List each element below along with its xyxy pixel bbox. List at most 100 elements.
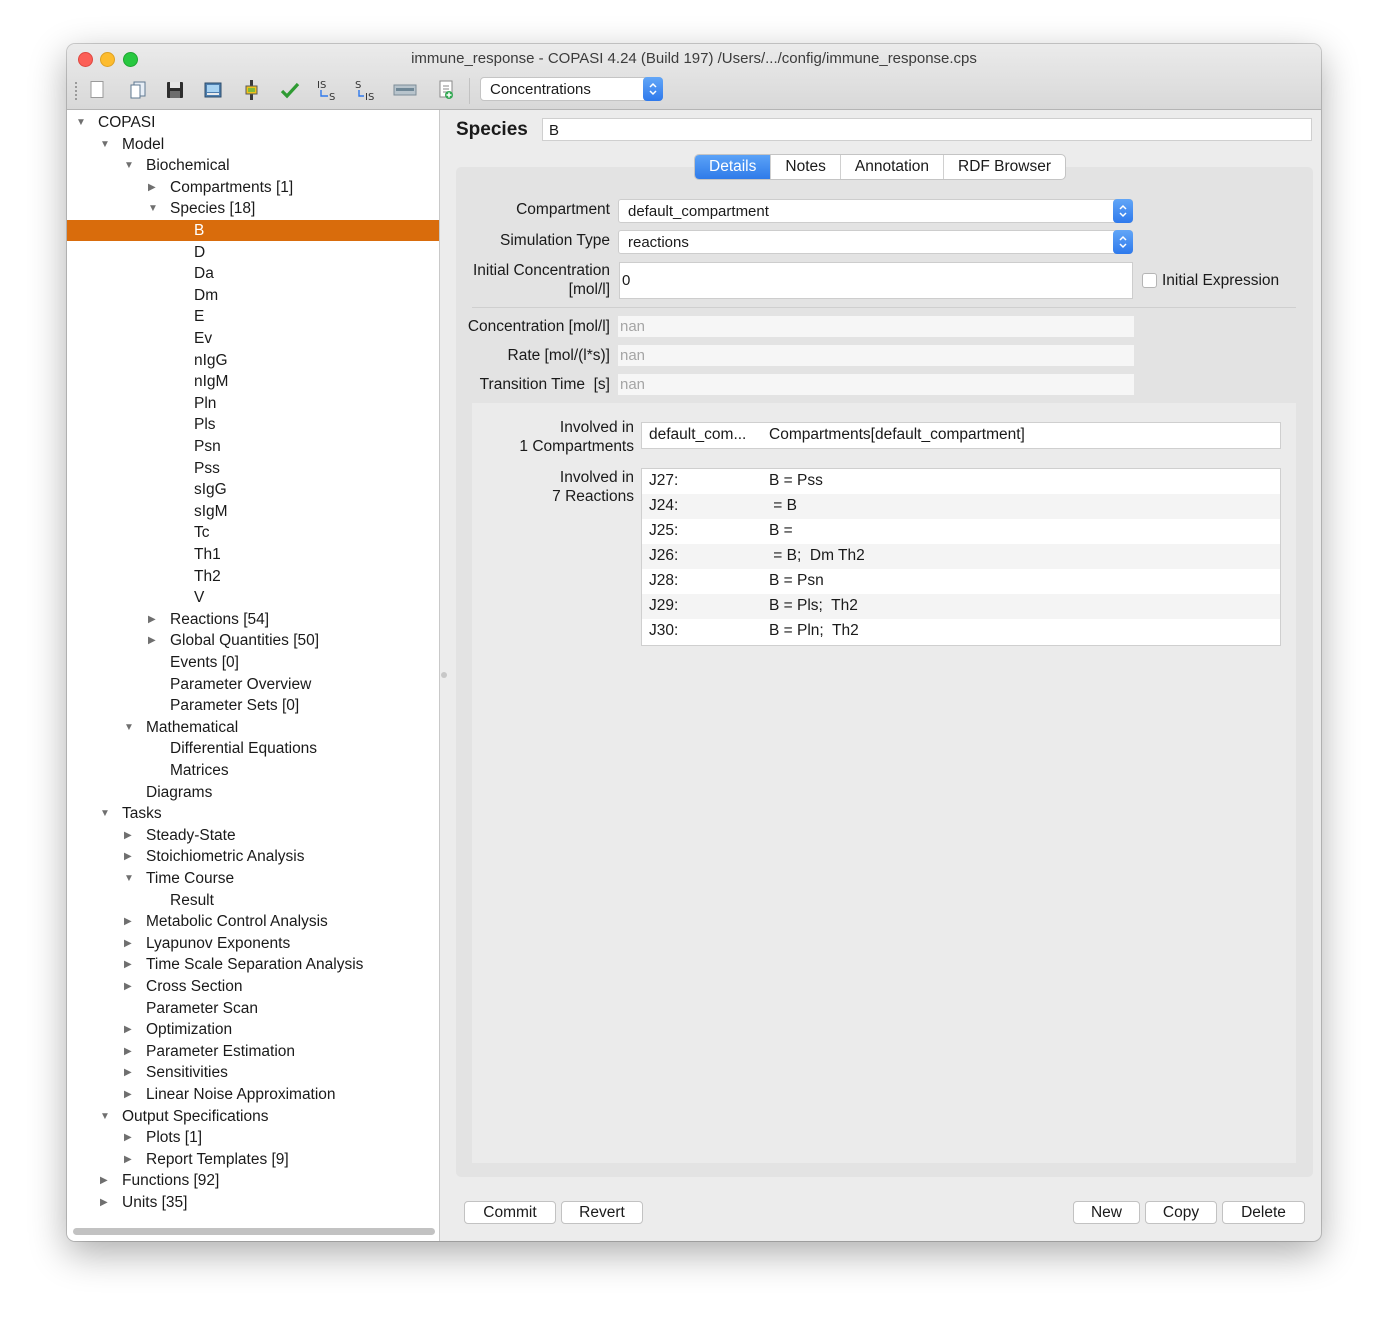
tab-rdf-browser[interactable]: RDF Browser (944, 155, 1065, 179)
disclosure-collapsed-icon[interactable]: ▶ (124, 846, 132, 867)
tree-item[interactable]: Th2 (67, 566, 439, 587)
tree-item[interactable]: Parameter Scan (67, 998, 439, 1019)
s-to-is-icon[interactable]: S IS (354, 77, 380, 103)
tree-item[interactable]: ▼ Species [18] (67, 198, 439, 219)
tree-item[interactable]: ▶ Stoichiometric Analysis (67, 846, 439, 867)
is-to-s-icon[interactable]: IS S (316, 77, 342, 103)
tree-item[interactable]: nIgG (67, 350, 439, 371)
tree-item[interactable]: ▶ Plots [1] (67, 1127, 439, 1148)
tree-item[interactable]: ▶ Units [35] (67, 1192, 439, 1213)
tree-item[interactable]: ▶ Linear Noise Approximation (67, 1084, 439, 1105)
tree-item[interactable]: ▶ Cross Section (67, 976, 439, 997)
tree-item[interactable]: ▶ Metabolic Control Analysis (67, 911, 439, 932)
reaction-row[interactable]: J27: B = Pss (642, 469, 1280, 494)
initial-expression-checkbox[interactable] (1142, 273, 1157, 288)
add-list-icon[interactable] (433, 77, 459, 103)
tree-item[interactable]: Parameter Overview (67, 674, 439, 695)
tree-item[interactable]: B (67, 220, 439, 241)
tree-item[interactable]: ▶ Report Templates [9] (67, 1149, 439, 1170)
tree-item[interactable]: ▶ Global Quantities [50] (67, 630, 439, 651)
disclosure-collapsed-icon[interactable]: ▶ (124, 825, 132, 846)
disclosure-collapsed-icon[interactable]: ▶ (124, 1019, 132, 1040)
tree-item[interactable]: Parameter Sets [0] (67, 695, 439, 716)
tree-item[interactable]: Th1 (67, 544, 439, 565)
reaction-row[interactable]: J26: = B; Dm Th2 (642, 544, 1280, 569)
new-button[interactable]: New (1073, 1201, 1140, 1224)
tree-item[interactable]: ▶ Reactions [54] (67, 609, 439, 630)
tab-notes[interactable]: Notes (771, 155, 841, 179)
disclosure-expanded-icon[interactable]: ▼ (76, 112, 86, 133)
reaction-row[interactable]: J30: B = Pln; Th2 (642, 619, 1280, 644)
disclosure-collapsed-icon[interactable]: ▶ (124, 1041, 132, 1062)
tree-item[interactable]: Da (67, 263, 439, 284)
tree-item[interactable]: E (67, 306, 439, 327)
tree-item[interactable]: ▶ Steady-State (67, 825, 439, 846)
tree-item[interactable]: ▼ Biochemical (67, 155, 439, 176)
reaction-row[interactable]: J24: = B (642, 494, 1280, 519)
initial-concentration-input[interactable]: 0 (619, 262, 1133, 299)
tree-item[interactable]: ▼ Tasks (67, 803, 439, 824)
tree-item[interactable]: ▶ Time Scale Separation Analysis (67, 954, 439, 975)
disclosure-collapsed-icon[interactable]: ▶ (100, 1192, 108, 1213)
tree-item[interactable]: Ev (67, 328, 439, 349)
tree-item[interactable]: ▶ Compartments [1] (67, 177, 439, 198)
disclosure-expanded-icon[interactable]: ▼ (100, 1106, 110, 1127)
tree-item[interactable]: ▶ Lyapunov Exponents (67, 933, 439, 954)
disclosure-collapsed-icon[interactable]: ▶ (124, 954, 132, 975)
disclosure-collapsed-icon[interactable]: ▶ (148, 630, 156, 651)
commit-button[interactable]: Commit (464, 1201, 556, 1224)
tree-item[interactable]: ▼ Time Course (67, 868, 439, 889)
disclosure-collapsed-icon[interactable]: ▶ (124, 911, 132, 932)
toolbar-grip[interactable] (75, 82, 77, 100)
tab-annotation[interactable]: Annotation (841, 155, 945, 179)
simulation-type-select[interactable]: reactions (618, 230, 1133, 254)
tab-details[interactable]: Details (695, 155, 772, 179)
compartment-row[interactable]: default_com... Compartments[default_compa… (642, 423, 1280, 448)
tree-item[interactable]: ▼ Output Specifications (67, 1106, 439, 1127)
involved-compartments-table[interactable]: default_com... Compartments[default_compa… (641, 422, 1281, 449)
function-db-icon[interactable] (392, 77, 418, 103)
reaction-row[interactable]: J29: B = Pls; Th2 (642, 594, 1280, 619)
tree-item[interactable]: ▶ Functions [92] (67, 1170, 439, 1191)
disclosure-expanded-icon[interactable]: ▼ (100, 134, 110, 155)
delete-button[interactable]: Delete (1222, 1201, 1305, 1224)
copy-button[interactable]: Copy (1145, 1201, 1217, 1224)
check-model-icon[interactable] (277, 77, 303, 103)
disclosure-collapsed-icon[interactable]: ▶ (124, 1149, 132, 1170)
compartment-select[interactable]: default_compartment (618, 199, 1133, 223)
reaction-row[interactable]: J28: B = Psn (642, 569, 1280, 594)
disclosure-collapsed-icon[interactable]: ▶ (124, 1127, 132, 1148)
tree-item[interactable]: Events [0] (67, 652, 439, 673)
tree-item[interactable]: ▼ Model (67, 134, 439, 155)
slider-icon[interactable] (238, 77, 264, 103)
tree-item[interactable]: V (67, 587, 439, 608)
species-name-field[interactable]: B (542, 118, 1312, 141)
value-type-select[interactable]: Concentrations (480, 77, 663, 101)
open-file-icon[interactable] (125, 77, 151, 103)
tree-horizontal-scrollbar[interactable] (73, 1228, 435, 1235)
tree-item[interactable]: sIgM (67, 501, 439, 522)
save-as-image-icon[interactable] (200, 77, 226, 103)
disclosure-collapsed-icon[interactable]: ▶ (148, 609, 156, 630)
disclosure-collapsed-icon[interactable]: ▶ (124, 1084, 132, 1105)
tree-item[interactable]: sIgG (67, 479, 439, 500)
tree-item[interactable]: ▼ Mathematical (67, 717, 439, 738)
disclosure-expanded-icon[interactable]: ▼ (148, 198, 158, 219)
disclosure-expanded-icon[interactable]: ▼ (124, 155, 134, 176)
tree-item[interactable]: nIgM (67, 371, 439, 392)
tree-item[interactable]: Result (67, 890, 439, 911)
disclosure-collapsed-icon[interactable]: ▶ (100, 1170, 108, 1191)
tree-item[interactable]: ▶ Sensitivities (67, 1062, 439, 1083)
tree-item[interactable]: ▶ Parameter Estimation (67, 1041, 439, 1062)
disclosure-collapsed-icon[interactable]: ▶ (124, 1062, 132, 1083)
reaction-row[interactable]: J25: B = (642, 519, 1280, 544)
disclosure-collapsed-icon[interactable]: ▶ (124, 976, 132, 997)
disclosure-expanded-icon[interactable]: ▼ (100, 803, 110, 824)
tree-item[interactable]: Differential Equations (67, 738, 439, 759)
tree-item[interactable]: Diagrams (67, 782, 439, 803)
involved-reactions-table[interactable]: J27: B = Pss J24: = B J25: B = J26: = B; Dm … (641, 468, 1281, 646)
disclosure-collapsed-icon[interactable]: ▶ (148, 177, 156, 198)
tree-item[interactable]: Matrices (67, 760, 439, 781)
tree-item[interactable]: Dm (67, 285, 439, 306)
new-file-icon[interactable] (84, 77, 110, 103)
